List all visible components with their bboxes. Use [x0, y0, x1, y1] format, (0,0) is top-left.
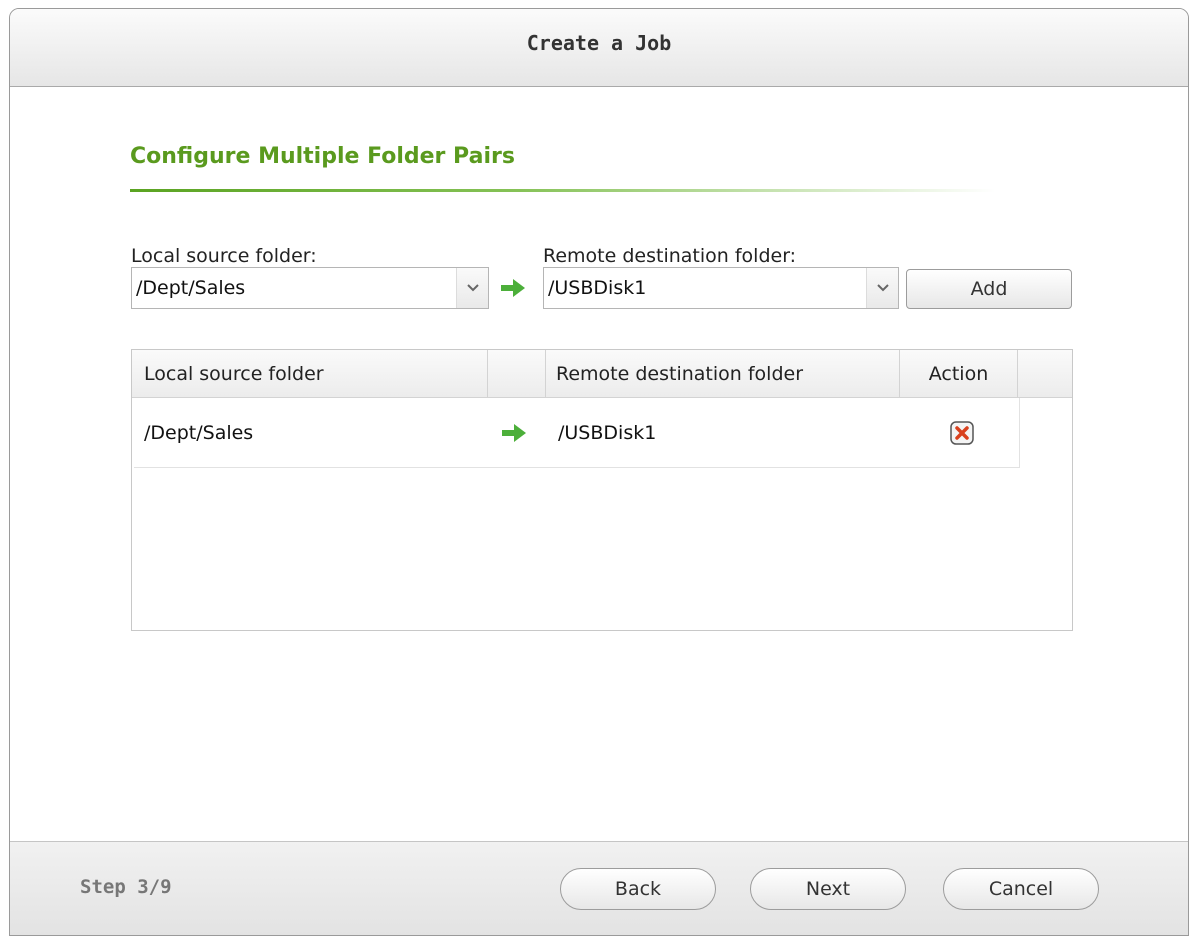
local-source-value: /Dept/Sales: [136, 277, 246, 299]
section-divider: [130, 189, 995, 192]
table-row[interactable]: /Dept/Sales /USBDisk1: [134, 398, 1020, 468]
grid-header: Local source folder Remote destination f…: [132, 350, 1072, 398]
row-local-folder: /Dept/Sales: [144, 422, 254, 444]
local-source-label: Local source folder:: [131, 245, 317, 267]
dialog-titlebar: Create a Job: [10, 9, 1188, 87]
folder-pairs-grid: Local source folder Remote destination f…: [131, 349, 1073, 631]
section-title: Configure Multiple Folder Pairs: [130, 144, 515, 169]
next-button[interactable]: Next: [750, 868, 906, 910]
arrow-right-icon: [500, 398, 540, 468]
column-header-local: Local source folder: [132, 350, 488, 397]
arrow-right-icon: [499, 277, 527, 303]
create-job-dialog: Create a Job Configure Multiple Folder P…: [9, 8, 1189, 936]
row-remote-folder: /USBDisk1: [558, 422, 657, 444]
dialog-footer: Step 3/9 Back Next Cancel: [10, 841, 1188, 935]
back-button[interactable]: Back: [560, 868, 716, 910]
remote-destination-value: /USBDisk1: [548, 277, 647, 299]
cancel-button[interactable]: Cancel: [943, 868, 1099, 910]
column-header-arrow: [488, 350, 546, 397]
chevron-down-icon[interactable]: [456, 268, 488, 308]
column-header-action: Action: [900, 350, 1018, 397]
add-button[interactable]: Add: [906, 269, 1072, 309]
delete-x-icon[interactable]: [942, 398, 982, 468]
remote-destination-label: Remote destination folder:: [543, 245, 797, 267]
local-source-select[interactable]: /Dept/Sales: [131, 267, 489, 309]
dialog-title: Create a Job: [526, 30, 672, 55]
remote-destination-select[interactable]: /USBDisk1: [543, 267, 899, 309]
step-indicator: Step 3/9: [80, 876, 172, 898]
column-header-remote: Remote destination folder: [546, 350, 900, 397]
chevron-down-icon[interactable]: [866, 268, 898, 308]
